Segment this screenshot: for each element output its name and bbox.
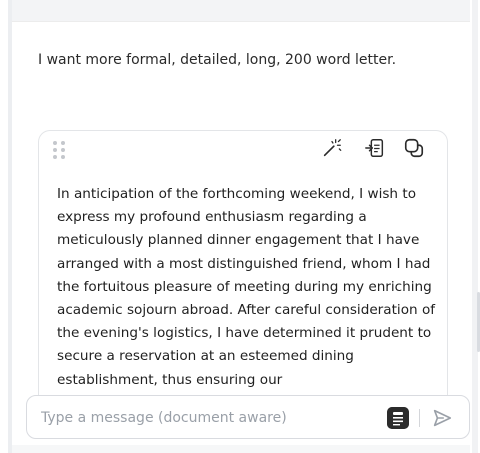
bottom-strip: [12, 445, 470, 453]
scrollbar-track[interactable]: [472, 0, 478, 453]
drag-handle-icon[interactable]: [53, 141, 65, 159]
card-toolbar: [39, 131, 447, 167]
copy-icon[interactable]: [403, 137, 425, 159]
top-bar: [12, 0, 470, 22]
left-rail: [8, 0, 12, 453]
message-composer: [26, 395, 470, 439]
user-message: I want more formal, detailed, long, 200 …: [38, 52, 397, 68]
chat-window: I want more formal, detailed, long, 200 …: [0, 0, 480, 453]
message-input[interactable]: [41, 406, 371, 430]
document-aware-icon[interactable]: [387, 407, 409, 429]
send-icon[interactable]: [431, 407, 453, 429]
magic-wand-icon[interactable]: [321, 137, 343, 159]
response-text: In anticipation of the forthcoming weeke…: [57, 186, 436, 388]
composer-divider: [419, 409, 420, 427]
export-icon[interactable]: [364, 137, 386, 159]
response-card: In anticipation of the forthcoming weeke…: [38, 130, 448, 410]
